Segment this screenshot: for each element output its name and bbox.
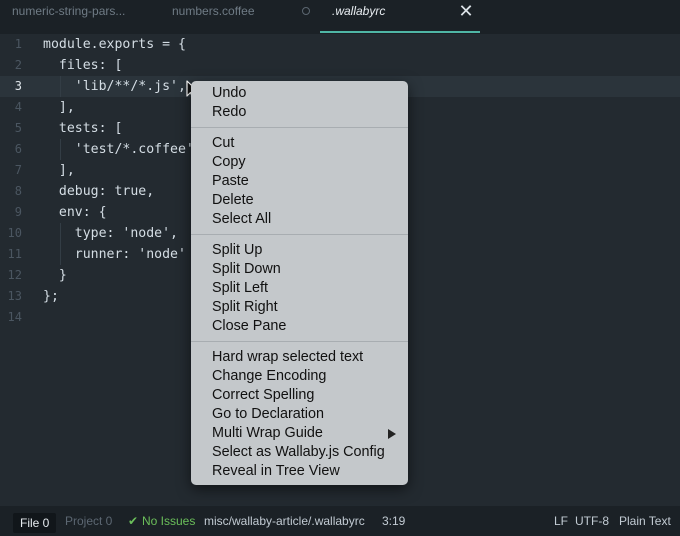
project-issues-tab[interactable]: Project 0 [65,506,112,536]
line-number: 6 [14,142,22,156]
line-number: 11 [7,247,22,261]
active-tab-indicator [320,31,480,33]
line-number: 8 [14,184,22,198]
menu-item-delete[interactable]: Delete [191,191,408,210]
menu-item-split-left[interactable]: Split Left [191,279,408,298]
menu-item-copy[interactable]: Copy [191,153,408,172]
file-issues-tab[interactable]: File 0 [13,513,57,533]
tab-wallabyrc[interactable]: .wallabyrc ✕ [320,0,480,34]
line-number: 4 [14,100,22,114]
tab-bar: numeric-string-pars... numbers.coffee .w… [0,0,680,34]
line-number: 7 [14,163,22,177]
menu-item-paste[interactable]: Paste [191,172,408,191]
menu-item-hard-wrap[interactable]: Hard wrap selected text [191,348,408,367]
menu-separator [191,341,408,342]
line-number: 3 [14,79,22,93]
encoding-selector[interactable]: UTF-8 [575,506,609,536]
code-text[interactable]: files: [ [43,55,123,76]
cursor-position[interactable]: 3:19 [382,506,405,536]
line-number: 10 [7,226,22,240]
code-text[interactable]: } [43,265,67,286]
line-number: 1 [14,37,22,51]
menu-item-split-right[interactable]: Split Right [191,298,408,317]
issues-status[interactable]: No Issues [142,506,195,536]
menu-item-select-all[interactable]: Select All [191,210,408,229]
modified-dot-icon[interactable] [302,7,310,15]
menu-item-correct-spelling[interactable]: Correct Spelling [191,386,408,405]
tab-numbers-coffee[interactable]: numbers.coffee [160,0,320,34]
tab-label: numeric-string-pars... [12,4,126,18]
menu-item-redo[interactable]: Redo [191,103,408,122]
menu-item-go-to-declaration[interactable]: Go to Declaration [191,405,408,424]
tab-label: numbers.coffee [172,4,255,18]
menu-item-split-up[interactable]: Split Up [191,241,408,260]
submenu-arrow-icon [388,429,396,439]
menu-item-label: Multi Wrap Guide [212,425,323,441]
editor-line[interactable]: 2 files: [ [0,55,680,76]
context-menu: Undo Redo Cut Copy Paste Delete Select A… [191,81,408,485]
close-icon[interactable]: ✕ [457,2,475,20]
menu-item-cut[interactable]: Cut [191,134,408,153]
code-text[interactable]: runner: 'node' [43,244,186,265]
menu-separator [191,234,408,235]
code-text[interactable]: tests: [ [43,118,123,139]
menu-item-multi-wrap-guide[interactable]: Multi Wrap Guide [191,424,408,443]
editor-line[interactable]: 1 module.exports = { [0,34,680,55]
code-text[interactable]: 'lib/**/*.js', [43,76,186,97]
grammar-selector[interactable]: Plain Text [619,506,671,536]
code-text[interactable]: env: { [43,202,107,223]
code-text[interactable]: debug: true, [43,181,154,202]
menu-item-reveal-in-tree-view[interactable]: Reveal in Tree View [191,462,408,481]
menu-item-select-wallaby-config[interactable]: Select as Wallaby.js Config [191,443,408,462]
code-text[interactable]: ], [43,160,75,181]
line-number: 14 [7,310,22,324]
code-text[interactable]: }; [43,286,59,307]
menu-separator [191,127,408,128]
check-icon: ✔ [128,514,139,528]
menu-item-close-pane[interactable]: Close Pane [191,317,408,336]
code-text[interactable]: 'test/*.coffee' [43,139,194,160]
code-text[interactable]: module.exports = { [43,34,186,55]
line-number: 12 [7,268,22,282]
status-bar: File 0 Project 0 ✔ No Issues misc/wallab… [0,506,680,536]
file-path[interactable]: misc/wallaby-article/.wallabyrc [204,506,365,536]
line-number: 13 [7,289,22,303]
code-text[interactable]: ], [43,97,75,118]
menu-item-undo[interactable]: Undo [191,84,408,103]
line-number: 9 [14,205,22,219]
tab-label: .wallabyrc [332,4,386,18]
line-number: 5 [14,121,22,135]
code-text[interactable]: type: 'node', [43,223,178,244]
tab-numeric-string-parser[interactable]: numeric-string-pars... [0,0,160,34]
line-ending-selector[interactable]: LF [554,506,568,536]
menu-item-split-down[interactable]: Split Down [191,260,408,279]
menu-item-change-encoding[interactable]: Change Encoding [191,367,408,386]
line-number: 2 [14,58,22,72]
